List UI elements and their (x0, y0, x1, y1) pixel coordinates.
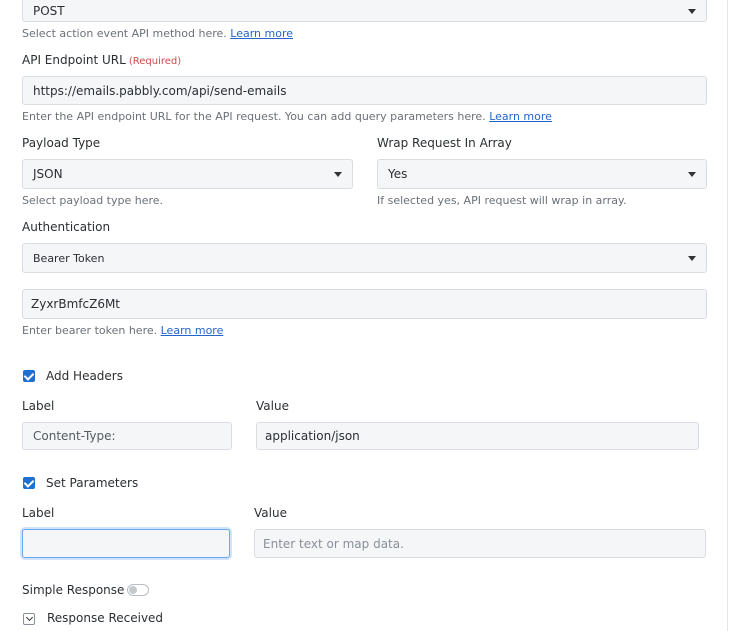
params-value-column: Value (254, 506, 287, 520)
response-received-expand-icon[interactable] (23, 613, 35, 625)
payload-type-help: Select payload type here. (22, 194, 164, 207)
endpoint-url-input[interactable]: https://emails.pabbly.com/api/send-email… (22, 76, 707, 105)
bearer-token-input[interactable]: ZyxrBmfcZ6Mt (22, 289, 707, 319)
payload-type-label: Payload Type (22, 136, 101, 150)
action-config-panel: POST Select action event API method here… (0, 0, 728, 631)
wrap-request-label: Wrap Request In Array (377, 136, 512, 150)
payload-type-value: JSON (33, 167, 63, 181)
headers-label-column: Label (22, 399, 55, 413)
bearer-token-value: ZyxrBmfcZ6Mt (31, 297, 121, 311)
authentication-label: Authentication (22, 220, 111, 234)
wrap-request-help: If selected yes, API request will wrap i… (377, 194, 627, 207)
chevron-down-icon (688, 256, 696, 261)
method-select[interactable]: POST (22, 0, 707, 22)
set-parameters-checkbox[interactable] (23, 477, 35, 489)
endpoint-help: Enter the API endpoint URL for the API r… (22, 110, 552, 123)
required-badge: (Required) (128, 56, 182, 67)
payload-type-select[interactable]: JSON (22, 159, 353, 189)
chevron-down-icon (688, 9, 696, 14)
param-value-placeholder: Enter text or map data. (263, 536, 404, 551)
toggle-knob (129, 586, 137, 594)
bearer-token-learn-more-link[interactable]: Learn more (161, 324, 224, 337)
set-parameters-label: Set Parameters (46, 476, 139, 490)
endpoint-label: API Endpoint URL (Required) (22, 53, 182, 67)
simple-response-toggle[interactable] (127, 584, 149, 596)
authentication-value: Bearer Token (33, 251, 105, 265)
chevron-down-icon (334, 172, 342, 177)
method-learn-more-link[interactable]: Learn more (230, 27, 293, 40)
method-select-value: POST (33, 4, 65, 18)
wrap-request-select[interactable]: Yes (377, 159, 707, 189)
wrap-request-value: Yes (388, 167, 408, 181)
header-value-value: application/json (265, 429, 360, 443)
chevron-down-icon (688, 172, 696, 177)
endpoint-learn-more-link[interactable]: Learn more (489, 110, 552, 123)
param-label-input[interactable] (22, 529, 230, 558)
header-label-input[interactable]: Content-Type: (22, 422, 232, 450)
params-label-column: Label (22, 506, 55, 520)
param-value-input[interactable]: Enter text or map data. (254, 529, 706, 558)
response-received-label: Response Received (47, 611, 164, 625)
headers-value-column: Value (256, 399, 289, 413)
endpoint-url-value: https://emails.pabbly.com/api/send-email… (33, 83, 287, 98)
bearer-token-help: Enter bearer token here. Learn more (22, 324, 224, 337)
simple-response-label: Simple Response (22, 583, 125, 597)
add-headers-label: Add Headers (46, 369, 123, 383)
header-value-input[interactable]: application/json (256, 422, 699, 450)
add-headers-checkbox[interactable] (23, 370, 35, 382)
header-label-value: Content-Type: (33, 429, 116, 443)
authentication-select[interactable]: Bearer Token (22, 243, 707, 273)
method-help: Select action event API method here. Lea… (22, 27, 294, 40)
